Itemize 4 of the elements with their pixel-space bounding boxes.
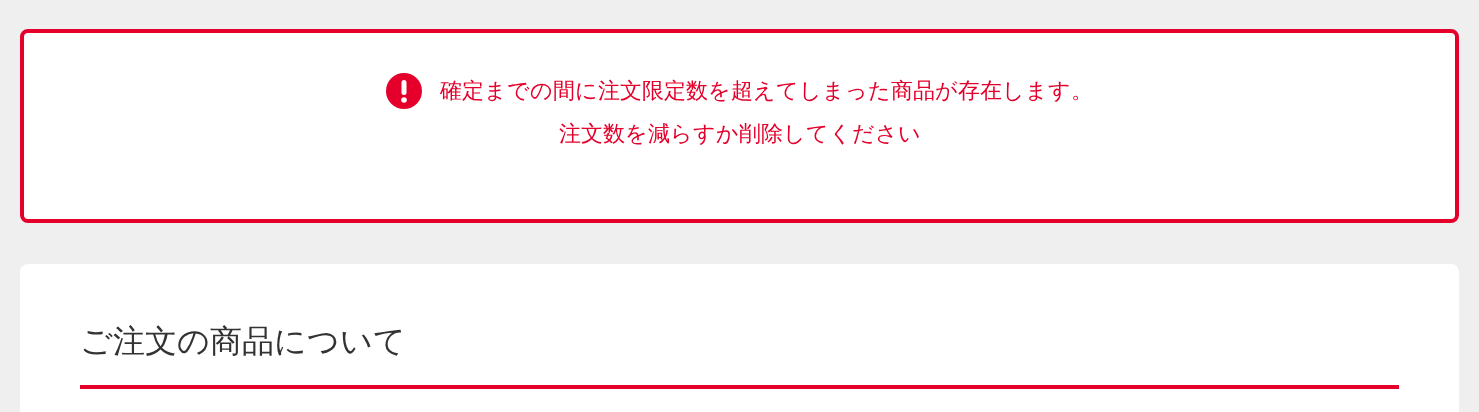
section-title: ご注文の商品について (80, 321, 407, 362)
alert-message: 確定までの間に注文限定数を超えてしまった商品が存在します。 (440, 77, 1093, 105)
error-icon (386, 73, 422, 109)
alert-message: 注文数を減らすか削除してください (558, 120, 921, 148)
